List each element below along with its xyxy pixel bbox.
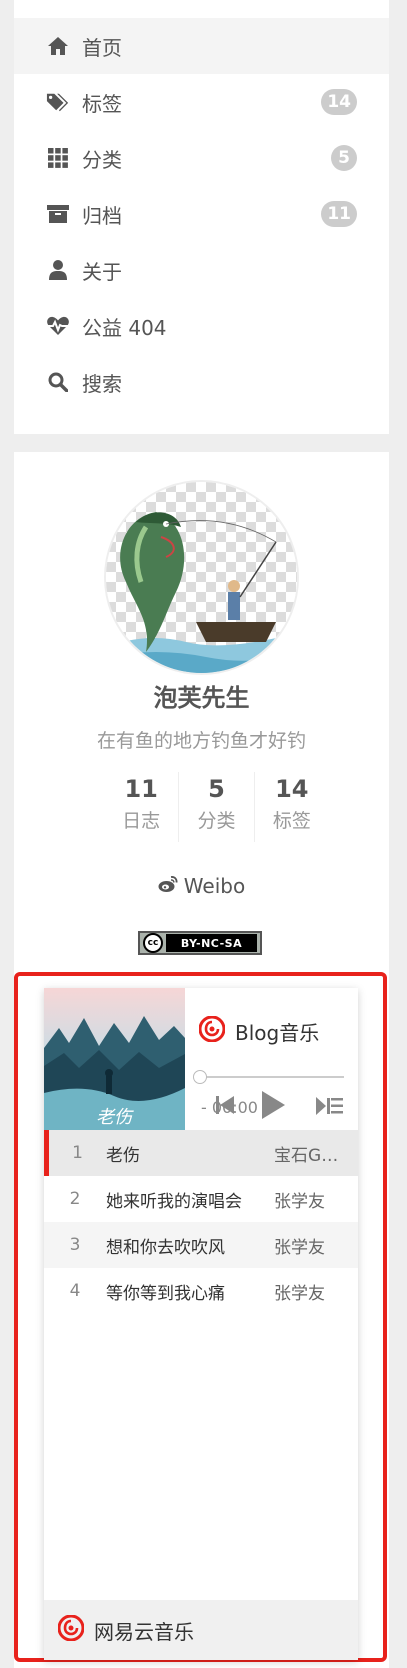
archive-icon: [46, 202, 70, 226]
tags-icon: [46, 90, 70, 114]
track-name: 等你等到我心痛: [106, 1283, 225, 1304]
track-name: 想和你去吹吹风: [106, 1237, 225, 1258]
grid-icon: [46, 146, 70, 170]
menu-item-about[interactable]: 关于: [14, 242, 389, 298]
menu-item-commonweal[interactable]: 公益 404: [14, 298, 389, 354]
menu-item-search[interactable]: 搜索: [14, 354, 389, 410]
avatar: [104, 480, 299, 675]
search-icon: [46, 370, 70, 394]
cc-license-text: BY-NC-SA: [166, 934, 257, 952]
progress-handle[interactable]: [193, 1070, 207, 1084]
album-cover[interactable]: 老伤: [44, 988, 185, 1130]
netease-logo-icon: [198, 1015, 226, 1047]
stat-posts[interactable]: 11 日志: [104, 772, 178, 842]
track-artist: 张学友: [274, 1283, 325, 1304]
sidebar-menu: 首页 标签 14 分类 5 归档 11 关于 公益 404 搜索: [14, 0, 389, 434]
profile-stats: 11 日志 5 分类 14 标签: [104, 772, 329, 842]
weibo-link[interactable]: Weibo: [14, 874, 389, 898]
playlist-track[interactable]: 4 等你等到我心痛 张学友: [44, 1268, 358, 1314]
cover-title: 老伤: [96, 1107, 134, 1128]
track-index: 4: [69, 1281, 81, 1301]
player-header: Blog音乐: [198, 1015, 320, 1047]
menu-item-label: 公益 404: [82, 315, 167, 340]
menu-item-label: 搜索: [82, 371, 122, 396]
playlist-track[interactable]: 3 想和你去吹吹风 张学友: [44, 1222, 358, 1268]
user-icon: [46, 258, 70, 282]
footer-label: 网易云音乐: [94, 1619, 194, 1644]
track-name: 她来听我的演唱会: [106, 1191, 242, 1212]
track-artist: 张学友: [274, 1191, 325, 1212]
menu-item-categories[interactable]: 分类 5: [14, 130, 389, 186]
playlist-next-button[interactable]: [314, 1094, 344, 1118]
menu-item-tags[interactable]: 标签 14: [14, 74, 389, 130]
tags-count-badge: 14: [321, 89, 357, 115]
stat-label: 分类: [197, 810, 236, 832]
weibo-label: Weibo: [183, 874, 246, 898]
categories-count-badge: 5: [331, 145, 357, 171]
track-index: 1: [72, 1143, 83, 1163]
menu-item-archives[interactable]: 归档 11: [14, 186, 389, 242]
stat-label: 标签: [272, 810, 311, 832]
stat-number: 5: [208, 775, 225, 803]
track-name: 老伤: [106, 1145, 140, 1166]
stat-label: 日志: [122, 810, 161, 832]
menu-item-label: 首页: [82, 35, 122, 60]
playlist-track[interactable]: 2 她来听我的演唱会 张学友: [44, 1176, 358, 1222]
heartbeat-icon: [46, 314, 70, 338]
prev-track-button[interactable]: [214, 1092, 236, 1118]
stat-number: 14: [275, 775, 309, 803]
player-title: Blog音乐: [235, 1021, 320, 1045]
archives-count-badge: 11: [321, 201, 357, 227]
track-index: 3: [69, 1235, 81, 1255]
stat-tags[interactable]: 14 标签: [253, 772, 329, 842]
player-footer[interactable]: 网易云音乐: [44, 1600, 358, 1660]
playlist-track[interactable]: 1 老伤 宝石Gem: [44, 1130, 358, 1176]
stat-categories[interactable]: 5 分类: [178, 772, 253, 842]
track-artist: 张学友: [274, 1237, 325, 1258]
menu-item-label: 关于: [82, 259, 122, 284]
play-button[interactable]: [259, 1089, 287, 1121]
menu-item-home[interactable]: 首页: [14, 18, 389, 74]
netease-logo-icon: [57, 1614, 85, 1646]
stat-number: 11: [124, 775, 158, 803]
track-artist: 宝石Gem: [274, 1145, 342, 1166]
progress-bar[interactable]: [199, 1076, 344, 1078]
profile-name: 泡芙先生: [153, 684, 250, 712]
profile-motto: 在有鱼的地方钓鱼才好钓: [96, 730, 306, 752]
weibo-icon: [158, 874, 178, 898]
track-index: 2: [69, 1189, 81, 1209]
home-icon: [46, 34, 70, 58]
music-player: 老伤 Blog音乐 - 00:00 1 老伤 宝石Gem 2 她来听我的演唱会 …: [44, 988, 358, 1660]
cc-icon: cc: [143, 933, 163, 953]
cc-license-badge[interactable]: cc BY-NC-SA: [138, 931, 262, 955]
